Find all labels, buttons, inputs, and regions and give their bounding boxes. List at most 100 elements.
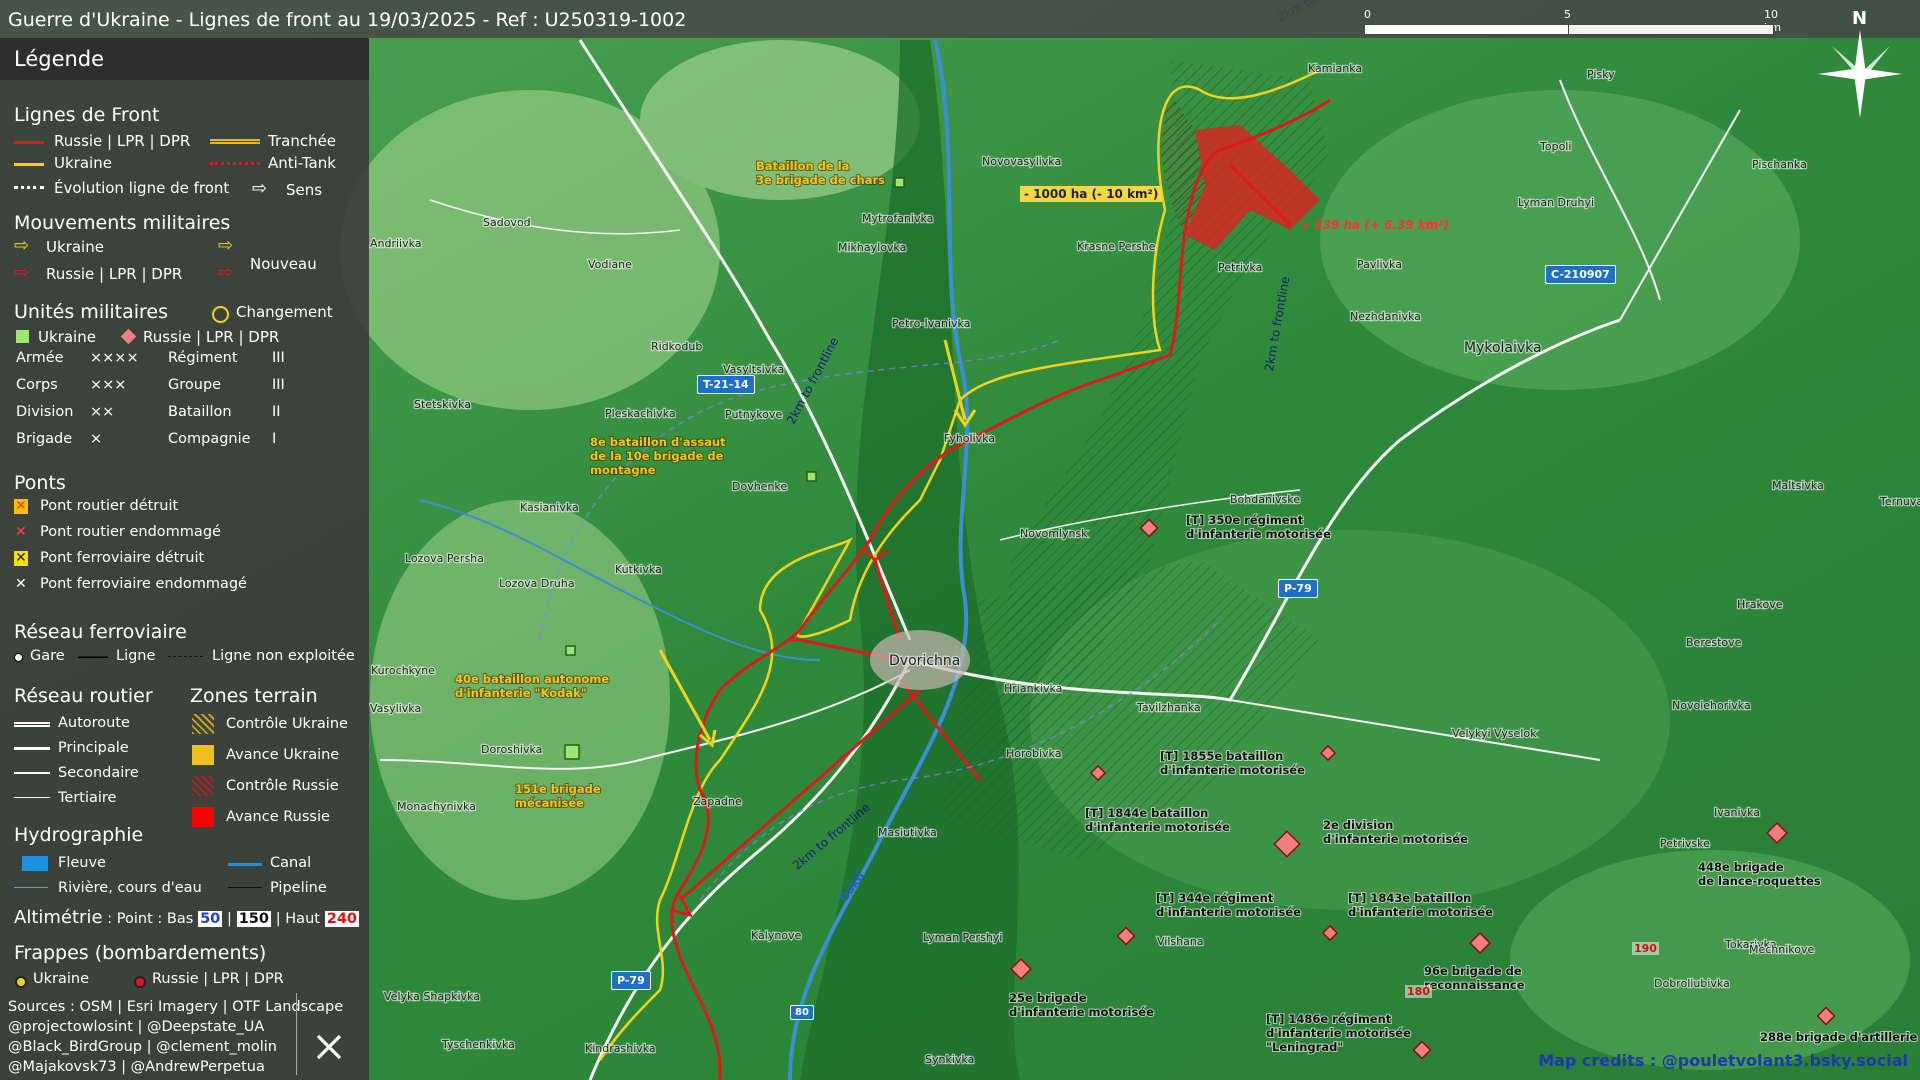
legend-label: Tranchée: [268, 132, 337, 150]
legend-label: Ukraine: [38, 328, 96, 346]
legend-label: Russie | LPR | DPR: [54, 132, 191, 150]
legend-label: Tertiaire: [58, 790, 117, 806]
legend-label: Changement: [236, 303, 333, 321]
place-label: Novoiehorivka: [1672, 699, 1751, 712]
legend-label: Fleuve: [58, 855, 106, 871]
place-label: Andriivka: [370, 237, 422, 250]
map-credits[interactable]: Map credits : @pouletvolant3.bsky.social: [1538, 1051, 1908, 1070]
legend-label: Évolution ligne de front: [54, 179, 230, 197]
unit-echelon-symbol: ××××: [90, 350, 139, 366]
russia-unit-label: 96e brigade de reconnaissance: [1424, 964, 1525, 992]
legend-label: Ukraine: [54, 154, 112, 172]
bridge-icon: ✕: [15, 576, 27, 592]
place-label: Kamianka: [1308, 62, 1362, 75]
place-label: Mechnikove: [1749, 943, 1815, 956]
sources-line: Sources : OSM | Esri Imagery | OTF Lands…: [8, 999, 344, 1015]
ukraine-unit-swatch: [16, 330, 29, 343]
legend-label: Pont ferroviaire endommagé: [40, 576, 247, 592]
legend-section-title: Unités militaires: [14, 301, 169, 323]
place-label: Stetskivka: [414, 398, 471, 411]
place-label: Kalynove: [751, 929, 802, 942]
new-ukraine-arrow-icon: ⇨: [218, 235, 234, 256]
russia-unit-label: [T] 350e régiment d'infanterie motorisée: [1186, 513, 1331, 541]
legend-label: Contrôle Ukraine: [226, 716, 348, 732]
legend-label: Ukraine: [46, 238, 104, 256]
unit-echelon-label: Compagnie: [168, 431, 251, 447]
place-label: Berestove: [1686, 636, 1742, 649]
place-label: Ternuvate: [1879, 495, 1920, 508]
sources-line: @projectowlosint | @Deepstate_UA: [8, 1019, 265, 1035]
place-label: Maltsivka: [1772, 479, 1824, 492]
russia-unit-label: [T] 1843e bataillon d'infanterie motorisé…: [1348, 891, 1493, 919]
secondary-road-swatch: [14, 772, 50, 774]
legend-label: Principale: [58, 740, 129, 756]
place-label: Vasylivka: [370, 702, 421, 715]
station-icon: [14, 653, 23, 662]
unit-echelon-symbol: ×××: [90, 377, 127, 393]
legend-panel: Légende Lignes de Front Russie | LPR | D…: [0, 38, 369, 1080]
evolution-line-swatch: [14, 186, 44, 192]
russia-unit-label: [T] 344e régiment d'infanterie motorisée: [1156, 891, 1301, 919]
russia-unit-label: 448e brigade de lance-roquettes: [1698, 860, 1821, 888]
legend-label: Nouveau: [250, 255, 317, 273]
place-label: Bohdanivske: [1230, 493, 1300, 506]
place-label: Tyschenkivka: [441, 1038, 515, 1051]
ukraine-unit-label: 151e brigade mécanisée: [515, 782, 601, 810]
sources-line: @Majakovsk73 | @AndrewPerpetua: [8, 1059, 265, 1075]
place-label: Novovasylivka: [982, 155, 1061, 168]
place-label: Mikhaylovka: [838, 241, 906, 254]
russia-unit-label: [T] 1486e régiment d'infanterie motorisée…: [1266, 1012, 1411, 1054]
place-label: Dvorichna: [889, 653, 960, 669]
ukraine-arrow-icon: ⇨: [14, 235, 30, 256]
place-label: Vilshana: [1157, 935, 1204, 948]
main-road-swatch: [14, 747, 50, 750]
place-label: Topoli: [1539, 140, 1571, 153]
zone-swatch: [192, 776, 214, 796]
russia-unit-label: 2e division d'infanterie motorisée: [1323, 818, 1468, 846]
place-label: Vasyltsivka: [723, 363, 784, 376]
place-label: Nezhdanivka: [1350, 310, 1421, 323]
russia-unit-label: 288e brigade d'artillerie: [1760, 1030, 1918, 1044]
canal-swatch: [228, 863, 262, 866]
legend-label: Avance Ukraine: [226, 747, 340, 763]
place-label: Kindrashivka: [585, 1042, 656, 1055]
place-label: Novomlynsk: [1020, 527, 1088, 540]
river-big-swatch: [22, 856, 48, 871]
place-label: Hrakove: [1737, 598, 1783, 611]
place-label: Fyholivka: [944, 432, 995, 445]
compass-rose-icon: N: [1812, 8, 1912, 118]
place-label: Lozova Druha: [499, 577, 575, 590]
place-label: Lyman Druhyi: [1518, 196, 1594, 209]
legend-label: Russie | LPR | DPR: [152, 971, 284, 987]
place-label: Velyka Shapkivka: [384, 990, 480, 1003]
legend-label: Russie | LPR | DPR: [46, 265, 183, 283]
new-russia-arrow-icon: ⇨: [218, 262, 234, 283]
russia-unit-label: [T] 1855e bataillon d'infanterie motorisé…: [1160, 749, 1305, 777]
legend-label: Pont routier détruit: [40, 498, 179, 514]
unused-rail-swatch: [168, 656, 203, 658]
unit-echelon-symbol: ××: [90, 404, 115, 420]
change-circle-icon: [212, 306, 229, 323]
ukraine-line-swatch: [14, 163, 44, 166]
legend-section-title: Réseau routier: [14, 685, 153, 707]
x-logo-icon[interactable]: [314, 1032, 344, 1062]
russia-unit-label: 25e brigade d'infanterie motorisée: [1009, 991, 1154, 1019]
unit-echelon-label: Armée: [16, 350, 64, 366]
russia-unit-label: [T] 1844e bataillon d'infanterie motorisé…: [1085, 806, 1230, 834]
place-label: Kurochkyne: [371, 664, 435, 677]
ukraine-strike-icon: [15, 976, 27, 988]
zone-swatch: [192, 745, 214, 765]
legend-section-title: Frappes (bombardements): [14, 942, 267, 964]
place-label: Horobivka: [1006, 747, 1061, 760]
scale-label: 0: [1364, 8, 1371, 21]
place-label: Masiutivka: [878, 826, 937, 839]
unit-echelon-label: Division: [16, 404, 74, 420]
place-label: Ivanivka: [1714, 806, 1760, 819]
unit-echelon-label: Régiment: [168, 350, 238, 366]
river-swatch: [14, 887, 48, 888]
place-label: Doroshivka: [481, 743, 542, 756]
scale-label: 5: [1564, 8, 1571, 21]
legend-section-title: Ponts: [14, 472, 66, 494]
place-label: Lozova Persha: [405, 552, 484, 565]
place-label: Ridkodub: [651, 340, 702, 353]
